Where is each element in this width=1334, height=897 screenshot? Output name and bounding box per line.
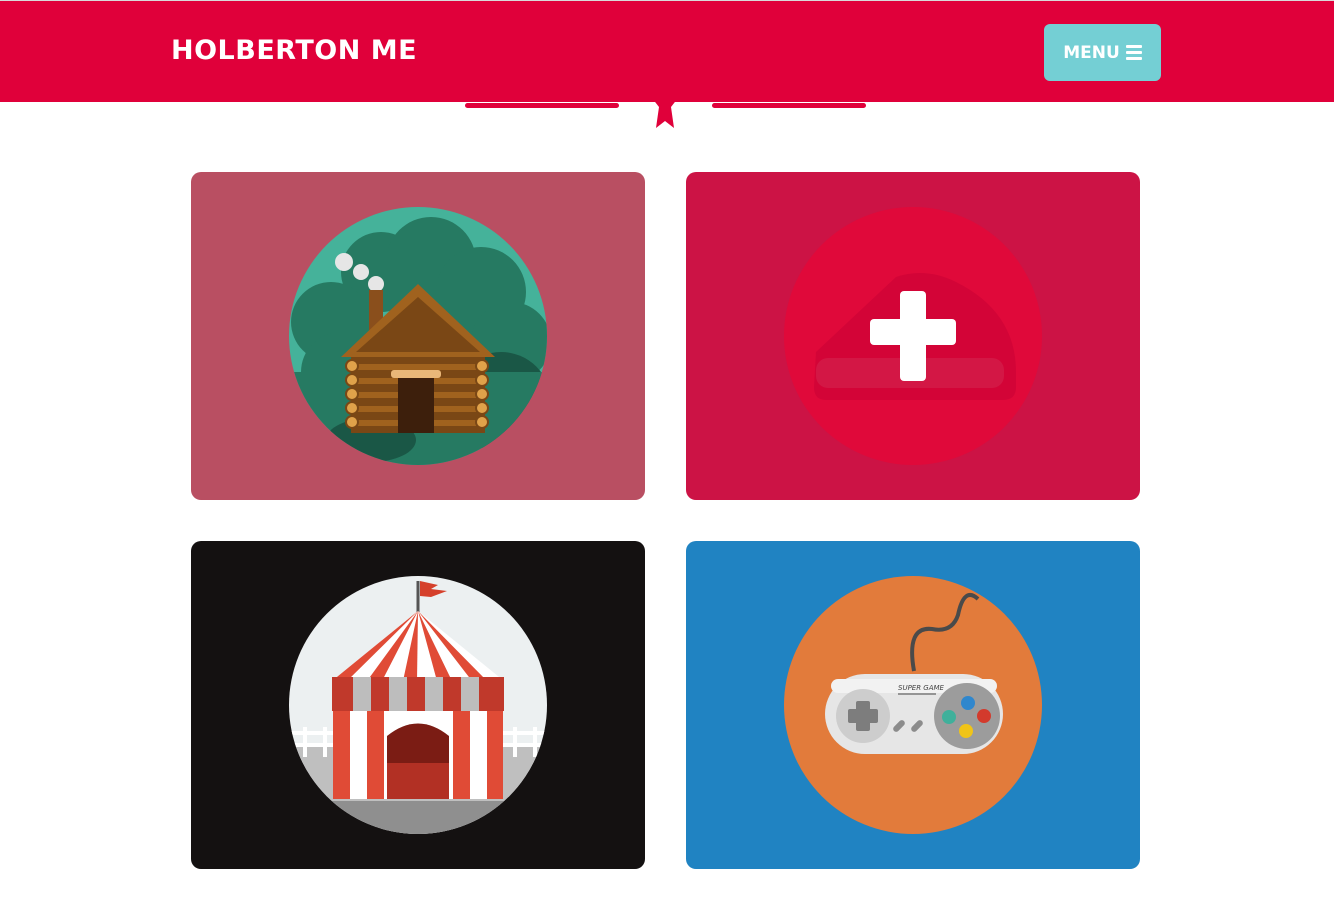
star-icon — [652, 98, 678, 128]
circus-tent-icon — [289, 576, 547, 834]
hamburger-icon — [1125, 45, 1142, 60]
divider-line-left — [465, 103, 619, 108]
portfolio-item-add[interactable] — [686, 172, 1140, 500]
divider-line-right — [712, 103, 866, 108]
log-cabin-icon — [289, 207, 547, 465]
portfolio-item-games[interactable]: SUPER GAME — [686, 541, 1140, 869]
portfolio-item-cabin[interactable] — [191, 172, 645, 500]
menu-button[interactable]: MENU — [1044, 24, 1161, 81]
navbar: HOLBERTON ME MENU — [0, 0, 1334, 102]
menu-label: MENU — [1063, 42, 1120, 63]
portfolio-item-circus[interactable] — [191, 541, 645, 869]
game-controller-icon: SUPER GAME — [784, 576, 1042, 834]
controller-label: SUPER GAME — [898, 684, 945, 692]
plus-icon — [784, 207, 1042, 465]
brand-title[interactable]: HOLBERTON ME — [171, 35, 417, 66]
